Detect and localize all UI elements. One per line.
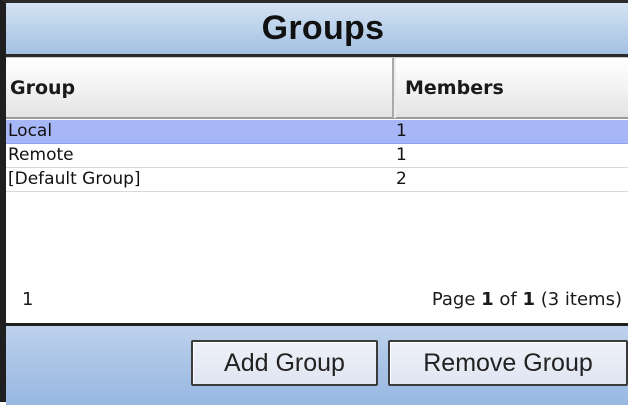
page-link-1[interactable]: 1 xyxy=(22,289,33,310)
table-row[interactable]: Local 1 xyxy=(6,120,628,144)
current-page-number: 1 xyxy=(481,289,494,310)
item-count: (3 items) xyxy=(535,289,622,310)
members-count-cell: 1 xyxy=(396,145,407,165)
table-body: Local 1 Remote 1 [Default Group] 2 xyxy=(6,120,628,192)
column-header-group[interactable]: Group xyxy=(6,58,394,118)
members-count-cell: 1 xyxy=(396,121,407,141)
remove-group-button[interactable]: Remove Group xyxy=(388,340,628,386)
page-summary-prefix: Page xyxy=(431,289,482,310)
page-summary: Page 1 of 1 (3 items) xyxy=(432,289,622,310)
group-name-cell: Remote xyxy=(8,145,74,165)
group-name-cell: Local xyxy=(8,121,53,141)
groups-panel: Groups Group Members Local 1 Remote 1 [D… xyxy=(0,0,628,405)
table-row[interactable]: [Default Group] 2 xyxy=(6,168,628,192)
pager: 1 Page 1 of 1 (3 items) xyxy=(6,273,628,325)
column-header-members[interactable]: Members xyxy=(394,58,628,118)
panel-title: Groups xyxy=(261,9,385,47)
add-group-button[interactable]: Add Group xyxy=(191,340,378,386)
table-row[interactable]: Remote 1 xyxy=(6,144,628,168)
panel-title-bar: Groups xyxy=(6,3,628,57)
button-bar: Add Group Remove Group xyxy=(6,323,628,405)
members-count-cell: 2 xyxy=(396,169,407,189)
total-pages-number: 1 xyxy=(522,289,535,310)
page-summary-of: of xyxy=(493,289,523,310)
table-header: Group Members xyxy=(6,57,628,119)
group-name-cell: [Default Group] xyxy=(8,169,141,189)
